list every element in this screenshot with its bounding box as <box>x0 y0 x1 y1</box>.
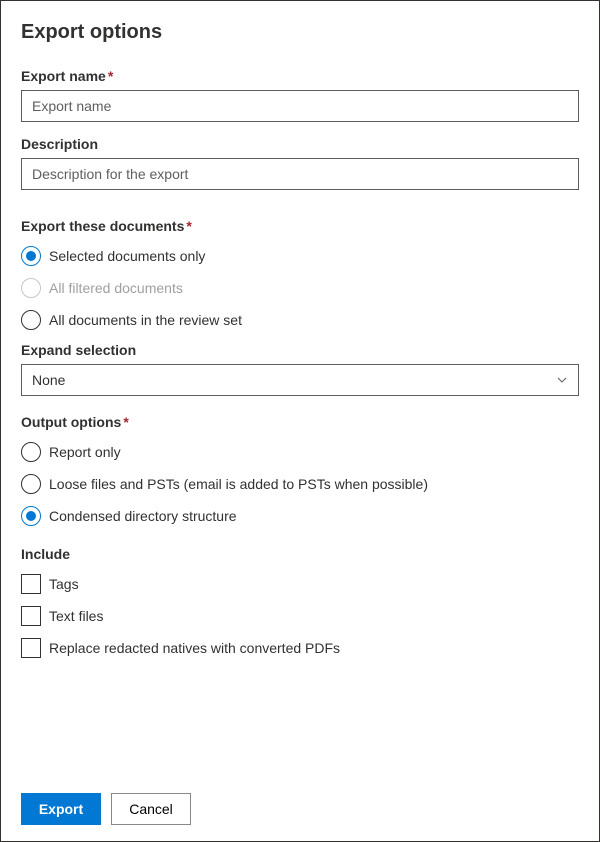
checkbox-label: Tags <box>49 576 79 592</box>
export-name-input[interactable] <box>21 90 579 122</box>
description-label: Description <box>21 136 579 152</box>
required-marker: * <box>108 68 113 84</box>
checkbox-label: Replace redacted natives with converted … <box>49 640 340 656</box>
export-name-label: Export name* <box>21 68 579 84</box>
checkbox-icon <box>21 638 41 658</box>
radio-label: Selected documents only <box>49 248 205 264</box>
expand-selection-dropdown[interactable]: None <box>21 364 579 396</box>
radio-icon <box>21 442 41 462</box>
radio-selected-documents[interactable]: Selected documents only <box>21 246 579 266</box>
checkbox-text-files[interactable]: Text files <box>21 606 579 626</box>
radio-icon <box>21 278 41 298</box>
footer-actions: Export Cancel <box>21 793 191 825</box>
chevron-down-icon <box>556 374 568 386</box>
radio-label: Loose files and PSTs (email is added to … <box>49 476 428 492</box>
expand-selection-label: Expand selection <box>21 342 579 358</box>
export-button[interactable]: Export <box>21 793 101 825</box>
radio-icon <box>21 310 41 330</box>
include-section-label: Include <box>21 546 579 562</box>
radio-icon <box>21 474 41 494</box>
checkbox-icon <box>21 574 41 594</box>
cancel-button[interactable]: Cancel <box>111 793 191 825</box>
radio-all-documents[interactable]: All documents in the review set <box>21 310 579 330</box>
radio-loose-files[interactable]: Loose files and PSTs (email is added to … <box>21 474 579 494</box>
radio-condensed-directory[interactable]: Condensed directory structure <box>21 506 579 526</box>
page-title: Export options <box>21 21 579 44</box>
output-section-label: Output options* <box>21 414 579 430</box>
radio-report-only[interactable]: Report only <box>21 442 579 462</box>
checkbox-label: Text files <box>49 608 103 624</box>
description-input[interactable] <box>21 158 579 190</box>
radio-icon <box>21 506 41 526</box>
radio-label: All filtered documents <box>49 280 183 296</box>
documents-section-label: Export these documents* <box>21 218 579 234</box>
radio-label: Report only <box>49 444 121 460</box>
required-marker: * <box>186 218 191 234</box>
radio-icon <box>21 246 41 266</box>
checkbox-replace-redacted[interactable]: Replace redacted natives with converted … <box>21 638 579 658</box>
required-marker: * <box>123 414 128 430</box>
checkbox-tags[interactable]: Tags <box>21 574 579 594</box>
checkbox-icon <box>21 606 41 626</box>
radio-label: All documents in the review set <box>49 312 242 328</box>
dropdown-value: None <box>32 372 65 388</box>
radio-label: Condensed directory structure <box>49 508 237 524</box>
radio-filtered-documents: All filtered documents <box>21 278 579 298</box>
